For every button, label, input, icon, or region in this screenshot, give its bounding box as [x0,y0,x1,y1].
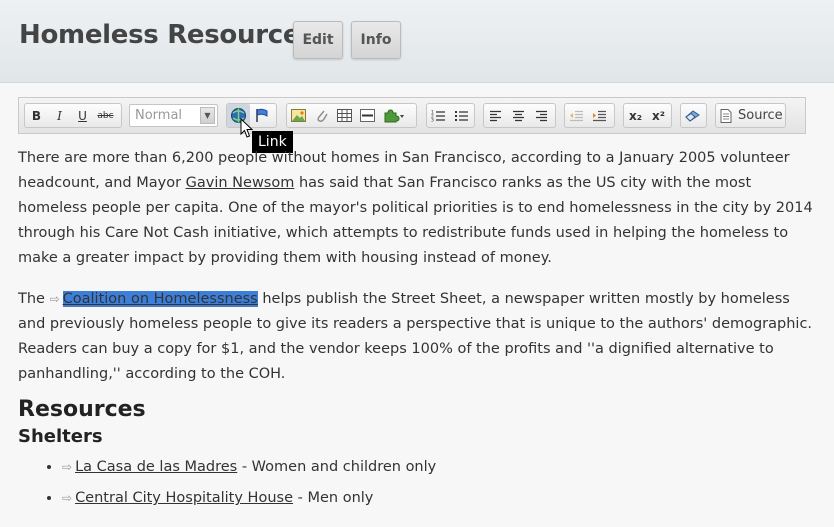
align-left-icon [490,110,501,121]
image-button[interactable] [287,104,310,127]
horizontal-rule-button[interactable] [356,104,379,127]
list-item-note: - Women and children only [237,459,437,475]
underline-button[interactable]: U [71,104,94,127]
bulleted-list-button[interactable] [450,104,473,127]
numbered-list-icon: 1 2 3 [431,110,445,123]
indent-icon [593,110,606,121]
outdent-button[interactable] [565,104,588,127]
superscript-button[interactable]: x² [647,104,670,127]
chevron-down-icon: ▼ [200,107,215,124]
remove-format-button[interactable] [681,104,704,127]
align-center-icon [513,110,524,121]
paperclip-icon [316,110,328,122]
plugin-button[interactable] [379,104,409,127]
list-item: ⇨La Casa de las Madres - Women and child… [62,455,818,480]
mouse-cursor-icon [240,118,254,138]
remove-format-group [680,103,707,128]
page-header: Homeless Resources Edit Info [0,0,834,83]
format-select-value: Normal [135,108,183,123]
edit-button[interactable]: Edit [293,21,343,59]
coalition-link[interactable]: Coalition on Homelessness [62,291,258,307]
insert-group [286,103,417,128]
attachment-button[interactable] [310,104,333,127]
image-icon [291,109,306,122]
eraser-icon [684,109,700,122]
indent-button[interactable] [588,104,611,127]
source-button[interactable]: Source [715,103,786,128]
italic-button[interactable]: I [48,104,71,127]
resources-heading: Resources [18,397,146,422]
bulleted-list-icon [455,111,468,121]
align-right-button[interactable] [530,104,553,127]
align-left-button[interactable] [484,104,507,127]
strikethrough-button[interactable]: abc [94,104,117,127]
paragraph: The ⇨ Coalition on Homelessness helps pub… [18,287,818,387]
bold-button[interactable]: B [25,104,48,127]
shelters-heading: Shelters [18,426,103,447]
flag-icon [255,108,267,122]
external-link-icon: ⇨ [62,491,73,505]
script-group: x₂ x² [623,103,672,128]
align-group [483,103,556,128]
basic-styles-group: B I U abc [24,103,122,128]
la-casa-link[interactable]: La Casa de las Madres [75,459,237,475]
align-center-button[interactable] [507,104,530,127]
external-link-icon: ⇨ [62,460,73,474]
list-item-note: - Men only [293,490,374,506]
table-icon [337,109,352,122]
info-button[interactable]: Info [351,21,401,59]
puzzle-icon [384,109,404,123]
indent-group [564,103,615,128]
list-group: 1 2 3 [426,103,475,128]
external-link-icon: ⇨ [49,292,60,306]
gavin-newsom-link[interactable]: Gavin Newsom [186,175,295,191]
paragraph: There are more than 6,200 people without… [18,146,818,271]
paragraph-text: The [18,291,50,307]
list-item: ⇨Central City Hospitality House - Men on… [62,486,818,511]
editor-toolbar: B I U abc Normal ▼ 1 2 3 x₂ x² Source [18,97,806,134]
shelters-list: ⇨La Casa de las Madres - Women and child… [18,455,818,511]
align-right-icon [536,110,547,121]
central-city-link[interactable]: Central City Hospitality House [75,490,293,506]
page-title: Homeless Resources [19,20,316,50]
horizontal-line-icon [360,109,375,122]
editor-content[interactable]: There are more than 6,200 people without… [18,146,818,517]
table-button[interactable] [333,104,356,127]
source-label: Source [738,108,783,123]
numbered-list-button[interactable]: 1 2 3 [427,104,450,127]
svg-text:3: 3 [431,118,434,123]
format-select[interactable]: Normal ▼ [129,104,218,127]
document-icon [720,108,732,123]
outdent-icon [570,110,583,121]
subscript-button[interactable]: x₂ [624,104,647,127]
